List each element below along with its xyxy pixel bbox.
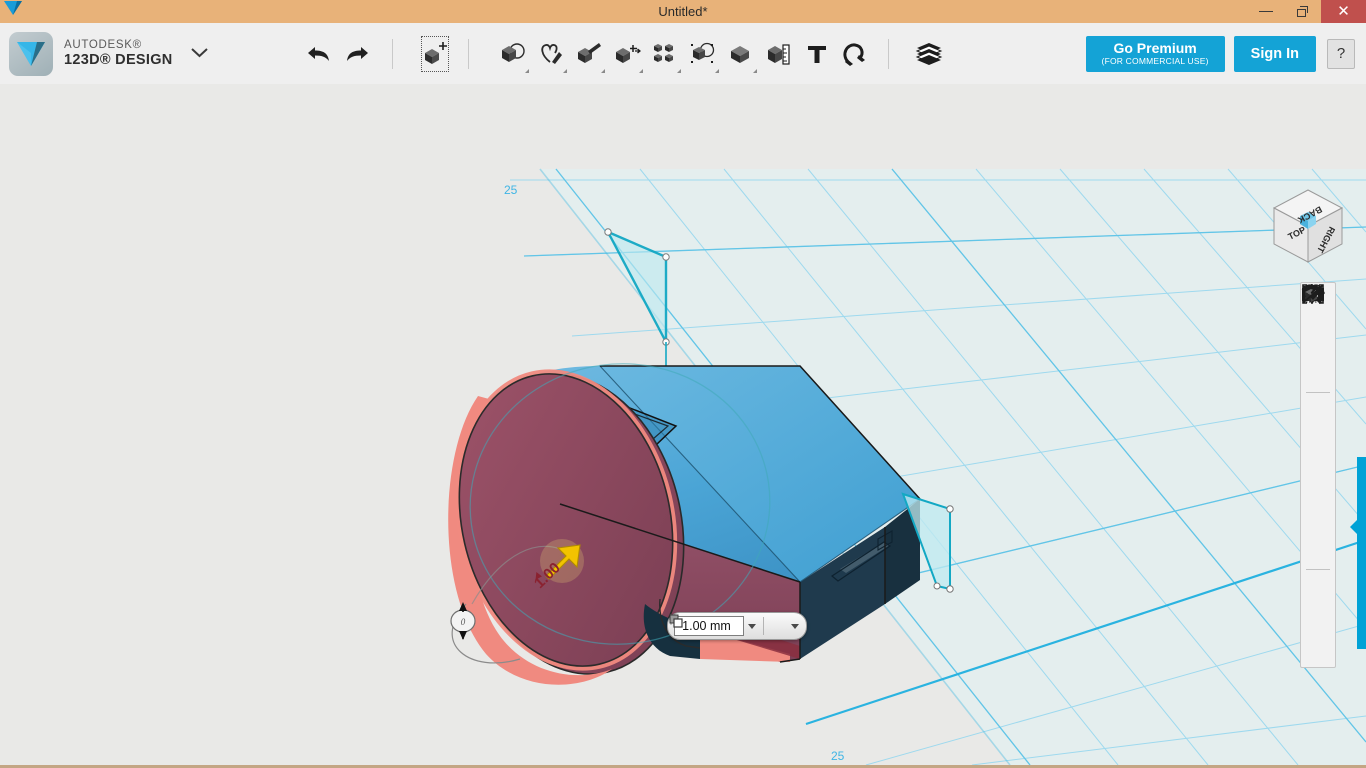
nav-divider-2 <box>1306 569 1330 570</box>
construct-button[interactable] <box>570 31 608 77</box>
brand-block[interactable]: AUTODESK® 123D® DESIGN <box>0 32 208 76</box>
orbit-button[interactable] <box>1303 321 1333 355</box>
popup-divider <box>763 617 764 635</box>
axis-label-25-a: 25 <box>504 183 518 197</box>
primitives-button[interactable] <box>494 31 532 77</box>
viewport-scene: 25 25 <box>0 84 1366 765</box>
sign-in-button[interactable]: Sign In <box>1234 36 1316 72</box>
title-bar: Untitled* ✕ <box>0 0 1366 23</box>
material-group <box>910 31 948 77</box>
right-panel-strip[interactable] <box>1357 457 1366 649</box>
smart-scale-button[interactable] <box>1303 573 1333 607</box>
axis-label-25-b: 25 <box>831 749 845 763</box>
rotate-value-label: 0 <box>461 617 466 627</box>
chevron-down-icon[interactable] <box>191 47 208 61</box>
fit-button[interactable] <box>1303 396 1333 430</box>
value-entry-popup[interactable] <box>667 612 807 640</box>
account-actions: Go Premium (FOR COMMERCIAL USE) Sign In … <box>1086 36 1366 72</box>
grouping-button[interactable] <box>684 31 722 77</box>
transform-group <box>416 31 454 77</box>
undo-button[interactable] <box>300 31 338 77</box>
toolbar-divider-3 <box>888 39 889 69</box>
minimize-button[interactable] <box>1247 0 1284 23</box>
measure-button[interactable] <box>760 31 798 77</box>
go-premium-button[interactable]: Go Premium (FOR COMMERCIAL USE) <box>1086 36 1225 72</box>
collapse-panel-handle[interactable] <box>1350 519 1358 535</box>
modify-button[interactable] <box>608 31 646 77</box>
viewport-canvas[interactable]: 25 25 <box>0 84 1366 765</box>
window-controls: ✕ <box>1247 0 1366 23</box>
go-premium-title: Go Premium <box>1102 41 1209 56</box>
brand-company: AUTODESK® <box>64 39 173 52</box>
close-button[interactable]: ✕ <box>1321 0 1366 23</box>
distance-input[interactable] <box>674 616 744 636</box>
go-premium-subtitle: (FOR COMMERCIAL USE) <box>1102 57 1209 66</box>
navigation-toolbar <box>1300 282 1336 668</box>
modeling-tools-group <box>494 31 874 77</box>
restore-button[interactable] <box>1284 0 1321 23</box>
combine-button[interactable] <box>722 31 760 77</box>
toolbar-divider-2 <box>468 39 469 69</box>
help-button[interactable]: ? <box>1327 39 1355 69</box>
pattern-button[interactable] <box>646 31 684 77</box>
autodesk-logo-icon <box>9 32 53 76</box>
view-style-button[interactable] <box>1303 430 1333 464</box>
operation-dropdown-button[interactable] <box>787 616 803 636</box>
distance-dropdown-button[interactable] <box>744 616 760 636</box>
redo-button[interactable] <box>338 31 376 77</box>
close-icon: ✕ <box>1337 4 1350 19</box>
combine-op-icon[interactable] <box>767 616 787 636</box>
window-title: Untitled* <box>0 0 1366 23</box>
sketch-visibility-button[interactable] <box>1303 607 1333 641</box>
visibility-button[interactable] <box>1303 464 1333 498</box>
transform-button[interactable] <box>416 31 454 77</box>
text-button[interactable] <box>798 31 836 77</box>
app-window: Untitled* ✕ AUTODESK® 123D® DESIGN <box>0 0 1366 768</box>
view-cube[interactable]: TOP BACK RIGHT <box>1268 184 1348 268</box>
zoom-button[interactable] <box>1303 355 1333 389</box>
nav-divider-1 <box>1306 392 1330 393</box>
snapshot-button[interactable] <box>1303 532 1333 566</box>
toolbar-divider <box>392 39 393 69</box>
brand-text: AUTODESK® 123D® DESIGN <box>64 39 173 69</box>
grid-visibility-button[interactable] <box>1303 498 1333 532</box>
brand-product: 123D® DESIGN <box>64 52 173 69</box>
history-group <box>300 31 376 77</box>
magnet-button[interactable] <box>836 31 874 77</box>
sketch-button[interactable] <box>532 31 570 77</box>
app-toolbar: AUTODESK® 123D® DESIGN <box>0 23 1366 85</box>
material-button[interactable] <box>910 31 948 77</box>
